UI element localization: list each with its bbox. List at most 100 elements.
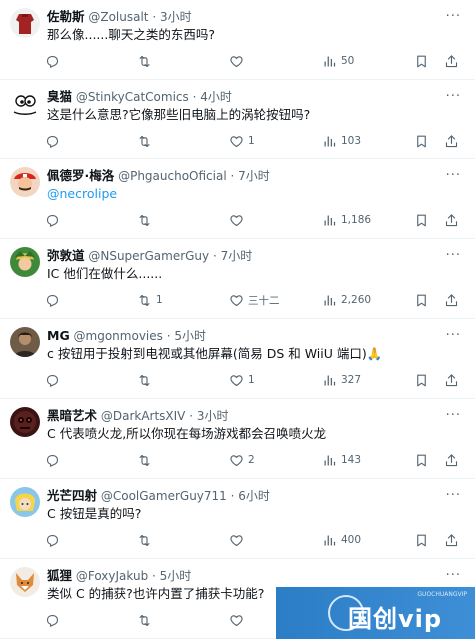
separator-dot: ·: [209, 249, 221, 263]
tweet-header: 弥敦道 @NSuperGamerGuy · 7小时 ···: [47, 247, 465, 265]
reply-button[interactable]: [45, 211, 64, 229]
author-handle[interactable]: @PhgauchoOficial: [118, 169, 227, 183]
post-time[interactable]: 6小时: [238, 489, 270, 503]
avatar[interactable]: [10, 88, 40, 118]
views-button[interactable]: 143: [322, 451, 361, 469]
reply-button[interactable]: [45, 52, 64, 70]
reply-button[interactable]: [45, 132, 64, 150]
avatar[interactable]: [10, 567, 40, 597]
avatar[interactable]: [10, 407, 40, 437]
share-button[interactable]: [444, 291, 459, 309]
author-handle[interactable]: @mgonmovies: [74, 329, 163, 343]
post-time[interactable]: 7小时: [238, 169, 270, 183]
retweet-button[interactable]: [137, 211, 156, 229]
bookmark-icon: [414, 453, 429, 468]
retweet-button[interactable]: [137, 132, 156, 150]
bookmark-button[interactable]: [414, 52, 429, 70]
bookmark-button[interactable]: [414, 531, 429, 549]
reply-button[interactable]: [45, 371, 64, 389]
bookmark-button[interactable]: [414, 451, 429, 469]
author-handle[interactable]: @NSuperGamerGuy: [88, 249, 209, 263]
author-name[interactable]: 佩德罗·梅洛: [47, 168, 114, 183]
author-name[interactable]: 狐狸: [47, 568, 72, 583]
reply-button[interactable]: [45, 451, 64, 469]
tweet-reply[interactable]: MG @mgonmovies · 5小时 ··· c 按钮用于投射到电视或其他屏幕(…: [0, 319, 475, 399]
like-button[interactable]: 1: [229, 132, 255, 150]
views-button[interactable]: 327: [322, 371, 361, 389]
retweet-button[interactable]: [137, 451, 156, 469]
more-icon[interactable]: ···: [446, 88, 461, 106]
like-button[interactable]: [229, 211, 248, 229]
like-button[interactable]: 三十二: [229, 291, 280, 309]
author-handle[interactable]: @Zolusalt: [88, 10, 148, 24]
tweet-reply[interactable]: 光芒四射 @CoolGamerGuy711 · 6小时 ··· C 按钮是真的吗? 4…: [0, 479, 475, 559]
views-button[interactable]: 400: [322, 531, 361, 549]
tweet-reply[interactable]: 佐勒斯 @Zolusalt · 3小时 ··· 那么像......聊天之类的东西吗?…: [0, 0, 475, 80]
views-button[interactable]: 2,260: [322, 291, 371, 309]
retweet-button[interactable]: [137, 371, 156, 389]
author-name[interactable]: 光芒四射: [47, 488, 97, 503]
author-name[interactable]: 佐勒斯: [47, 9, 85, 24]
author-name[interactable]: 黑暗艺术: [47, 408, 97, 423]
more-icon[interactable]: ···: [446, 327, 461, 345]
bookmark-button[interactable]: [414, 291, 429, 309]
views-button[interactable]: 50: [322, 52, 354, 70]
tweet-reply[interactable]: 黑暗艺术 @DarkArtsXIV · 3小时 ··· C 代表喷火龙,所以你现在每…: [0, 399, 475, 479]
post-time[interactable]: 3小时: [197, 409, 229, 423]
avatar[interactable]: [10, 8, 40, 38]
author-handle[interactable]: @FoxyJakub: [76, 569, 148, 583]
post-time[interactable]: 5小时: [160, 569, 192, 583]
post-time[interactable]: 3小时: [160, 10, 192, 24]
tweet-reply[interactable]: 佩德罗·梅洛 @PhgauchoOficial · 7小时 ··· @necroli…: [0, 159, 475, 239]
author-name[interactable]: 臭猫: [47, 89, 72, 104]
share-button[interactable]: [444, 211, 459, 229]
more-icon[interactable]: ···: [446, 247, 461, 265]
more-icon[interactable]: ···: [446, 8, 461, 26]
more-icon[interactable]: ···: [446, 407, 461, 425]
author-handle[interactable]: @StinkyCatComics: [76, 90, 189, 104]
like-button[interactable]: 1: [229, 371, 255, 389]
author-name[interactable]: 弥敦道: [47, 248, 85, 263]
more-icon[interactable]: ···: [446, 567, 461, 585]
tweet-reply[interactable]: 臭猫 @StinkyCatComics · 4小时 ··· 这是什么意思?它像那些旧…: [0, 80, 475, 159]
like-button[interactable]: [229, 531, 248, 549]
post-time[interactable]: 5小时: [174, 329, 206, 343]
share-button[interactable]: [444, 531, 459, 549]
avatar[interactable]: [10, 487, 40, 517]
like-button[interactable]: [229, 52, 248, 70]
reply-button[interactable]: [45, 531, 64, 549]
reply-button[interactable]: [45, 611, 64, 629]
share-button[interactable]: [444, 132, 459, 150]
share-button[interactable]: [444, 52, 459, 70]
share-button[interactable]: [444, 451, 459, 469]
views-button[interactable]: 1,186: [322, 211, 371, 229]
post-time[interactable]: 7小时: [221, 249, 253, 263]
heart-icon: [229, 373, 244, 388]
retweet-button[interactable]: [137, 52, 156, 70]
author-handle[interactable]: @DarkArtsXIV: [101, 409, 186, 423]
tweet-reply[interactable]: 弥敦道 @NSuperGamerGuy · 7小时 ··· IC 他们在做什么...…: [0, 239, 475, 319]
like-button[interactable]: [229, 611, 248, 629]
avatar[interactable]: [10, 327, 40, 357]
author-handle[interactable]: @CoolGamerGuy711: [101, 489, 227, 503]
reply-button[interactable]: [45, 291, 64, 309]
like-count: 1: [248, 135, 255, 147]
avatar[interactable]: [10, 247, 40, 277]
share-button[interactable]: [444, 371, 459, 389]
tweet-text: C 按钮是真的吗?: [47, 506, 142, 521]
tweet-text[interactable]: @necrolipe: [47, 185, 459, 203]
bookmark-button[interactable]: [414, 132, 429, 150]
author-name[interactable]: MG: [47, 328, 70, 343]
tweet-text: C 代表喷火龙,所以你现在每场游戏都会召唤喷火龙: [47, 426, 327, 441]
avatar[interactable]: [10, 167, 40, 197]
post-time[interactable]: 4小时: [200, 90, 232, 104]
retweet-button[interactable]: 1: [137, 291, 163, 309]
retweet-button[interactable]: [137, 531, 156, 549]
retweet-button[interactable]: [137, 611, 156, 629]
views-button[interactable]: 103: [322, 132, 361, 150]
bookmark-button[interactable]: [414, 371, 429, 389]
like-button[interactable]: 2: [229, 451, 255, 469]
more-icon[interactable]: ···: [446, 487, 461, 505]
more-icon[interactable]: ···: [446, 167, 461, 185]
bookmark-button[interactable]: [414, 211, 429, 229]
